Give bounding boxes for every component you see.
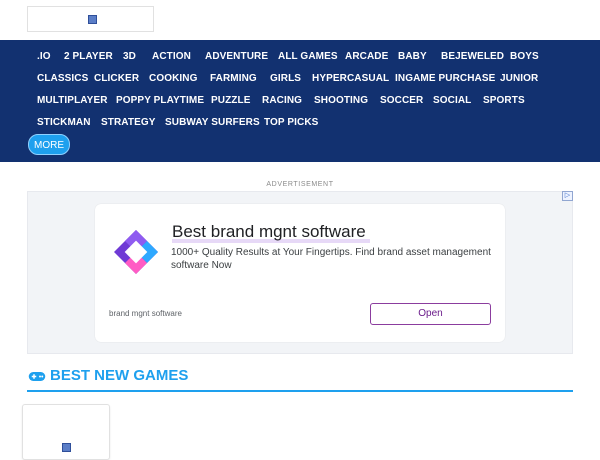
nav-item-soccer[interactable]: SOCCER <box>380 95 423 106</box>
broken-image-icon <box>88 15 97 24</box>
category-navigation: .IO 2 PLAYER 3D ACTION ADVENTURE ALL GAM… <box>0 40 600 162</box>
nav-item-bejeweled[interactable]: BEJEWELED <box>441 51 504 62</box>
ad-open-button[interactable]: Open <box>370 303 491 325</box>
nav-item-social[interactable]: SOCIAL <box>433 95 471 106</box>
nav-item-ingame-purchase[interactable]: INGAME PURCHASE <box>395 73 495 84</box>
nav-item-classics[interactable]: CLASSICS <box>37 73 88 84</box>
game-card[interactable] <box>22 404 110 460</box>
nav-item-top-picks[interactable]: TOP PICKS <box>264 117 318 128</box>
game-thumbnail-broken-image-icon <box>62 443 71 452</box>
nav-item-racing[interactable]: RACING <box>262 95 302 106</box>
nav-item-all-games[interactable]: ALL GAMES <box>278 51 338 62</box>
top-bar <box>0 0 600 40</box>
nav-item-girls[interactable]: GIRLS <box>270 73 301 84</box>
nav-item-puzzle[interactable]: PUZZLE <box>211 95 251 106</box>
nav-item-hypercasual[interactable]: HYPERCASUAL <box>312 73 389 84</box>
nav-item-multiplayer[interactable]: MULTIPLAYER <box>37 95 108 106</box>
nav-item-arcade[interactable]: ARCADE <box>345 51 388 62</box>
site-logo-link[interactable] <box>27 6 154 32</box>
nav-item-sports[interactable]: SPORTS <box>483 95 525 106</box>
nav-item-farming[interactable]: FARMING <box>210 73 257 84</box>
nav-item-baby[interactable]: BABY <box>398 51 427 62</box>
nav-item-stickman[interactable]: STICKMAN <box>37 117 91 128</box>
section-divider <box>27 390 573 392</box>
nav-item-adventure[interactable]: ADVENTURE <box>205 51 268 62</box>
ad-choices-icon[interactable]: ▷ <box>562 191 573 201</box>
ad-headline[interactable]: Best brand mgnt software <box>172 222 366 242</box>
ad-description: 1000+ Quality Results at Your Fingertips… <box>171 247 491 271</box>
nav-item-strategy[interactable]: STRATEGY <box>101 117 156 128</box>
gamepad-icon <box>28 372 46 381</box>
more-categories-button[interactable]: MORE <box>28 134 70 155</box>
nav-item-2-player[interactable]: 2 PLAYER <box>64 51 113 62</box>
nav-item-action[interactable]: ACTION <box>152 51 191 62</box>
nav-item-shooting[interactable]: SHOOTING <box>314 95 368 106</box>
nav-item-io[interactable]: .IO <box>37 51 51 62</box>
brand-logo-icon <box>114 230 158 274</box>
nav-item-cooking[interactable]: COOKING <box>149 73 197 84</box>
nav-item-poppy-playtime[interactable]: POPPY PLAYTIME <box>116 95 204 106</box>
nav-item-boys[interactable]: BOYS <box>510 51 539 62</box>
nav-item-subway-surfers[interactable]: SUBWAY SURFERS <box>165 117 260 128</box>
advertisement-label: ADVERTISEMENT <box>266 181 334 188</box>
nav-item-clicker[interactable]: CLICKER <box>94 73 139 84</box>
nav-item-3d[interactable]: 3D <box>123 51 136 62</box>
nav-item-junior[interactable]: JUNIOR <box>500 73 538 84</box>
section-title: BEST NEW GAMES <box>50 367 189 384</box>
ad-domain: brand mgnt software <box>109 309 182 318</box>
